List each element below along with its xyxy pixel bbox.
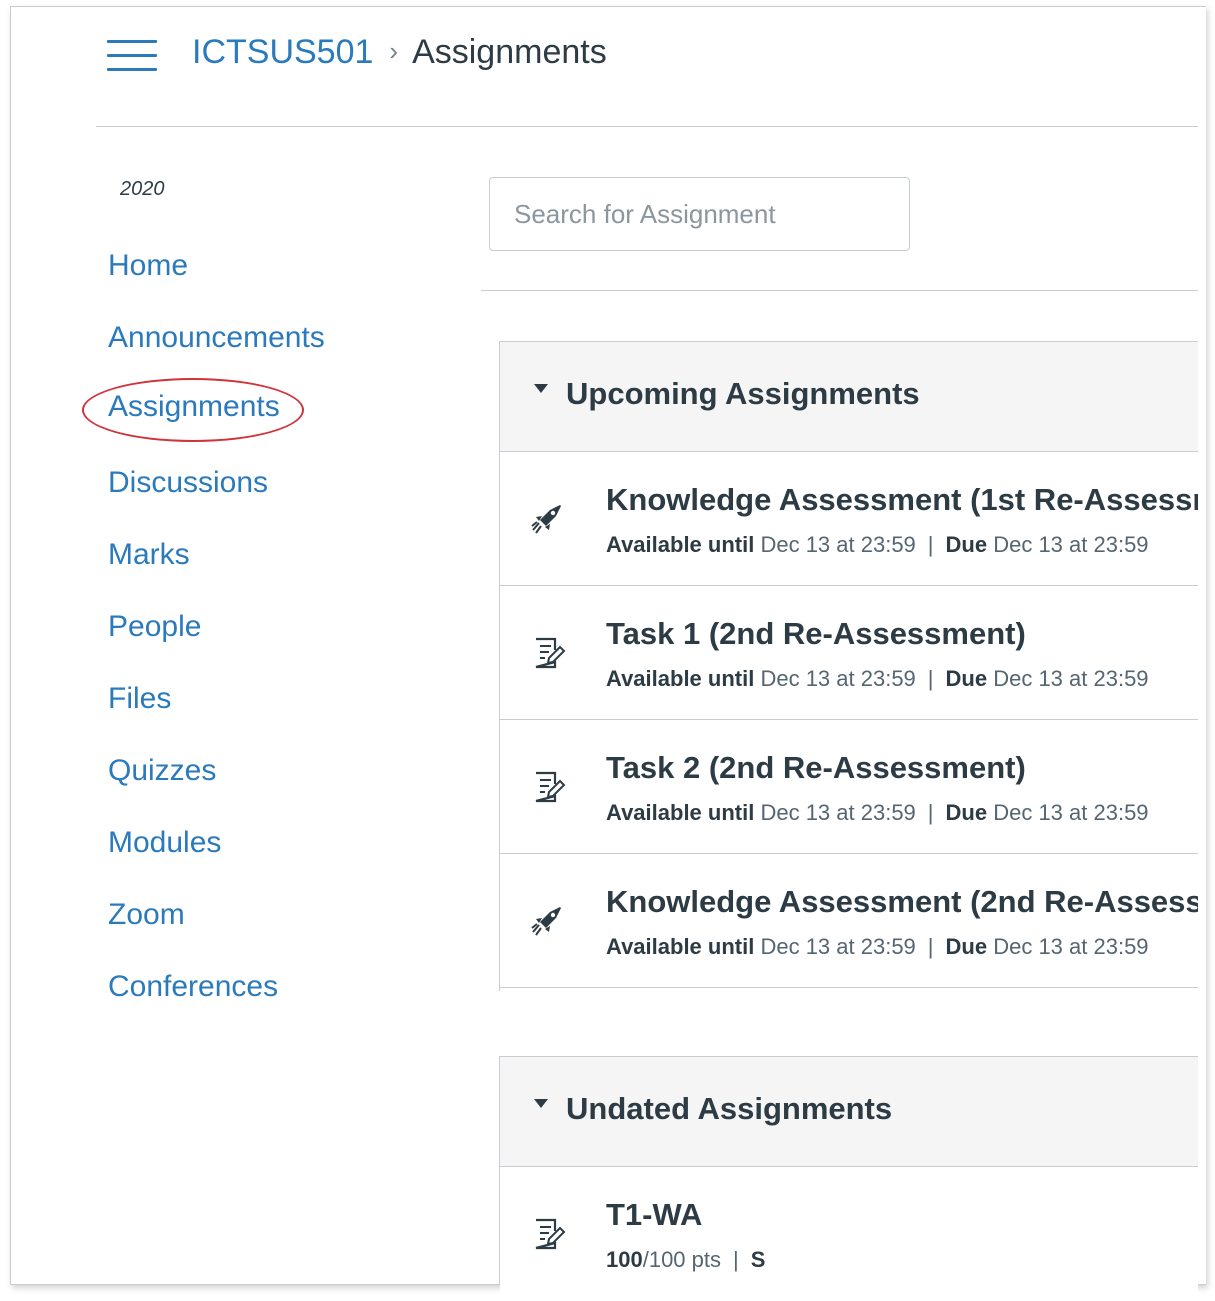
meta-separator: |: [733, 1247, 739, 1272]
meta-separator: |: [927, 934, 934, 959]
assignment-row[interactable]: Knowledge Assessment (2nd Re-Assessment)…: [500, 854, 1198, 988]
meta-separator: |: [927, 666, 934, 691]
assignment-icon: [535, 771, 566, 803]
meta-separator: |: [927, 800, 934, 825]
score-value: 100: [606, 1247, 643, 1272]
breadcrumb: ICTSUS501 › Assignments: [192, 30, 607, 76]
nav-marks[interactable]: Marks: [108, 537, 190, 573]
assignment-score: 100/100 pts | S: [606, 1247, 765, 1273]
search-input[interactable]: [489, 177, 910, 251]
nav-modules[interactable]: Modules: [108, 825, 221, 861]
available-date: Dec 13 at 23:59: [760, 532, 916, 557]
nav-files[interactable]: Files: [108, 681, 171, 717]
course-term: 2020: [120, 178, 165, 200]
assignment-title-link[interactable]: T1-WA: [606, 1197, 702, 1233]
caret-down-icon: [534, 1099, 548, 1108]
due-date: Dec 13 at 23:59: [993, 934, 1149, 959]
assignment-title-link[interactable]: Knowledge Assessment (1st Re-Assessment): [606, 482, 1198, 518]
nav-conferences[interactable]: Conferences: [108, 969, 278, 1005]
breadcrumb-course-link[interactable]: ICTSUS501: [192, 33, 373, 71]
available-label: Available until: [606, 532, 755, 557]
group-title: Upcoming Assignments: [566, 376, 920, 411]
due-label: Due: [945, 934, 988, 959]
assignment-title-link[interactable]: Task 1 (2nd Re-Assessment): [606, 616, 1026, 652]
available-date: Dec 13 at 23:59: [760, 666, 916, 691]
quiz-rocket-icon: [531, 907, 561, 936]
grade-value: S: [750, 1247, 766, 1272]
group-title: Undated Assignments: [566, 1091, 893, 1126]
upcoming-assignments-group: Upcoming Assignments Knowledge Assessmen…: [499, 341, 1198, 991]
upcoming-assignments-header[interactable]: Upcoming Assignments: [500, 342, 1198, 452]
nav-people[interactable]: People: [108, 609, 201, 645]
due-label: Due: [945, 532, 988, 557]
available-date: Dec 13 at 23:59: [760, 934, 916, 959]
undated-assignments-group: Undated Assignments T1-WA 100/100 pts | S: [499, 1056, 1198, 1301]
nav-discussions[interactable]: Discussions: [108, 465, 268, 501]
hamburger-menu-icon[interactable]: [107, 38, 157, 74]
points-possible: /100 pts: [642, 1247, 721, 1272]
undated-assignments-header[interactable]: Undated Assignments: [500, 1057, 1198, 1167]
due-label: Due: [945, 666, 988, 691]
available-date: Dec 13 at 23:59: [760, 800, 916, 825]
header-divider: [96, 126, 1198, 127]
assignment-title-link[interactable]: Task 2 (2nd Re-Assessment): [606, 750, 1026, 786]
assignment-dates: Available until Dec 13 at 23:59 | Due Dec …: [606, 800, 1149, 826]
breadcrumb-current-page: Assignments: [412, 33, 607, 71]
breadcrumb-separator-icon: ›: [389, 36, 399, 66]
nav-assignments[interactable]: Assignments: [108, 389, 280, 425]
quiz-rocket-icon: [531, 505, 561, 534]
assignment-row[interactable]: Task 1 (2nd Re-Assessment) Available unt…: [500, 586, 1198, 720]
assignment-title-link[interactable]: Knowledge Assessment (2nd Re-Assessment): [606, 884, 1198, 920]
assignment-row[interactable]: T1-WA 100/100 pts | S: [500, 1167, 1198, 1301]
assignment-dates: Available until Dec 13 at 23:59 | Due Dec …: [606, 666, 1149, 692]
available-label: Available until: [606, 800, 755, 825]
caret-down-icon: [534, 384, 548, 393]
available-label: Available until: [606, 934, 755, 959]
nav-announcements[interactable]: Announcements: [108, 320, 325, 356]
due-date: Dec 13 at 23:59: [993, 800, 1149, 825]
assignment-dates: Available until Dec 13 at 23:59 | Due Dec …: [606, 934, 1149, 960]
assignment-icon: [535, 1218, 566, 1250]
assignment-dates: Available until Dec 13 at 23:59 | Due Dec …: [606, 532, 1149, 558]
search-divider: [481, 290, 1198, 291]
assignment-row[interactable]: Task 2 (2nd Re-Assessment) Available unt…: [500, 720, 1198, 854]
due-date: Dec 13 at 23:59: [993, 666, 1149, 691]
due-date: Dec 13 at 23:59: [993, 532, 1149, 557]
nav-zoom[interactable]: Zoom: [108, 897, 185, 933]
nav-quizzes[interactable]: Quizzes: [108, 753, 216, 789]
assignment-icon: [535, 637, 566, 669]
available-label: Available until: [606, 666, 755, 691]
assignment-row[interactable]: Knowledge Assessment (1st Re-Assessment)…: [500, 452, 1198, 586]
due-label: Due: [945, 800, 988, 825]
nav-home[interactable]: Home: [108, 248, 188, 284]
meta-separator: |: [927, 532, 934, 557]
